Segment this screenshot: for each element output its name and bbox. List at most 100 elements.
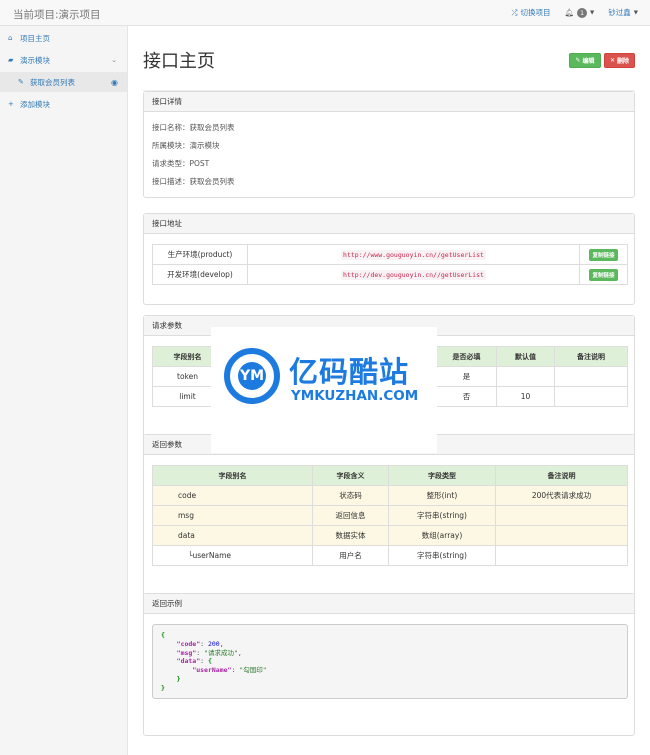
caret-down-icon: ▼: [633, 9, 638, 16]
top-navbar: 当前项目:演示项目 ⤮ 切换项目 🔔︎ 1 ▼ 钞过鑫 ▼: [0, 0, 650, 26]
env-cell: 生产环境(product): [152, 244, 248, 265]
eye-icon[interactable]: ◉: [111, 78, 118, 87]
delete-button-label: 删除: [617, 58, 630, 65]
switch-project-label: 切换项目: [520, 8, 551, 17]
column-header: 备注说明: [554, 346, 628, 367]
switch-project-link[interactable]: ⤮ 切换项目: [512, 7, 551, 18]
current-project-brand[interactable]: 当前项目:演示项目: [13, 7, 101, 22]
detail-method: 请求类型：POST: [152, 159, 210, 168]
alias-cell: data: [152, 525, 313, 546]
code-value: 200: [207, 639, 220, 648]
msg-value: "请求成功": [204, 648, 238, 657]
note-cell: 200代表请求成功: [495, 485, 628, 506]
caret-down-icon: ▼: [590, 9, 595, 16]
username-value: "勾国印": [239, 666, 267, 675]
type-cell: 数组(array): [388, 525, 496, 546]
home-icon: ⌂: [8, 34, 13, 42]
edit-button[interactable]: ✎ 编辑: [569, 53, 601, 68]
code-key: "code": [176, 639, 201, 648]
sidebar-item-add-module[interactable]: + 添加模块: [0, 95, 127, 113]
url-cell: http://dev.gouguoyin.cn//getUserList: [247, 264, 580, 285]
detail-name: 接口名称：获取会员列表: [152, 123, 235, 132]
meaning-cell: 数据实体: [312, 525, 389, 546]
bell-icon: 🔔︎: [564, 8, 575, 17]
type-cell: 字符串(string): [388, 545, 496, 566]
code-example-block: { "code": 200, "msg": "请求成功", "data": { …: [152, 624, 628, 699]
sidebar-item-project-home[interactable]: ⌂ 项目主页: [0, 29, 127, 47]
column-header: 备注说明: [495, 465, 628, 486]
alias-cell: msg: [152, 505, 313, 526]
folder-open-icon: ▰: [8, 56, 14, 64]
edit-icon: ✎: [575, 57, 581, 64]
notification-badge: 1: [577, 7, 588, 18]
data-key: "data": [176, 657, 201, 666]
response-example-panel: 返回示例 { "code": 200, "msg": "请求成功", "data…: [143, 593, 635, 736]
url-cell: http://www.gouguoyin.cn//getUserList: [247, 244, 580, 265]
watermark-text-en: YMKUZHAN.COM: [291, 388, 419, 404]
copy-link-button[interactable]: 复制链接: [589, 248, 618, 261]
copy-cell: 复制链接: [579, 264, 628, 285]
details-panel: 接口详情 接口名称：获取会员列表 所属模块：演示模块 请求类型：POST 接口描…: [143, 91, 635, 198]
env-cell: 开发环境(develop): [152, 264, 248, 285]
address-panel: 接口地址 生产环境(product) http://www.gouguoyin.…: [143, 213, 635, 305]
note-cell: [495, 525, 628, 546]
required-cell: 否: [436, 386, 497, 407]
sidebar-item-label: 添加模块: [20, 99, 50, 109]
notifications-dropdown[interactable]: 🔔︎ 1 ▼: [564, 7, 595, 18]
table-row: └userName 用户名 字符串(string): [152, 545, 628, 566]
alias-cell: code: [152, 485, 313, 506]
default-cell: [496, 366, 555, 387]
username-key: "userName": [192, 666, 232, 675]
type-cell: 整形(int): [388, 485, 496, 506]
table-row: 生产环境(product) http://www.gouguoyin.cn//g…: [152, 244, 628, 265]
navbar-right: ⤮ 切换项目 🔔︎ 1 ▼ 钞过鑫 ▼: [512, 7, 638, 18]
note-cell: [495, 505, 628, 526]
sidebar-item-label: 项目主页: [20, 33, 50, 43]
note-cell: [495, 545, 628, 566]
detail-module: 所属模块：演示模块: [152, 141, 220, 150]
table-header-row: 字段别名 字段含义 字段类型 备注说明: [152, 465, 628, 486]
response-params-panel: 返回参数 字段别名 字段含义 字段类型 备注说明 code 状态码 整形(int…: [143, 434, 635, 602]
edit-button-label: 编辑: [582, 58, 595, 65]
watermark-logo-icon: YM: [224, 348, 280, 404]
copy-cell: 复制链接: [579, 244, 628, 265]
note-cell: [554, 366, 628, 387]
column-header: 字段含义: [312, 465, 389, 486]
table-row: msg 返回信息 字符串(string): [152, 505, 628, 526]
column-header: 字段类型: [388, 465, 496, 486]
alias-cell: └userName: [152, 545, 313, 566]
detail-description: 接口描述：获取会员列表: [152, 177, 235, 186]
page-title: 接口主页: [143, 51, 215, 72]
sidebar: ⌂ 项目主页 ▰ 演示模块 ⌄ ✎ 获取会员列表 ◉ + 添加模块: [0, 26, 128, 755]
table-row: code 状态码 整形(int) 200代表请求成功: [152, 485, 628, 506]
watermark-overlay: YM 亿码酷站 YMKUZHAN.COM: [211, 327, 437, 453]
watermark-text-cn: 亿码酷站: [289, 355, 410, 389]
chevron-down-icon: ⌄: [111, 56, 117, 64]
watermark-logo-text: YM: [238, 362, 266, 390]
copy-link-button[interactable]: 复制链接: [589, 268, 618, 281]
column-header: 字段别名: [152, 465, 313, 486]
edit-icon: ✎: [18, 78, 24, 86]
required-cell: 是: [436, 366, 497, 387]
sidebar-item-label: 获取会员列表: [30, 77, 75, 87]
url-text[interactable]: http://dev.gouguoyin.cn//getUserList: [341, 270, 486, 280]
default-cell: 10: [496, 386, 555, 407]
table-row: 开发环境(develop) http://dev.gouguoyin.cn//g…: [152, 264, 628, 285]
user-name: 钞过鑫: [608, 8, 631, 17]
column-header: 默认值: [496, 346, 555, 367]
panel-heading: 接口地址: [144, 214, 634, 234]
plus-icon: +: [8, 100, 14, 108]
column-header: 是否必填: [436, 346, 497, 367]
sidebar-item-demo-module[interactable]: ▰ 演示模块 ⌄: [0, 51, 127, 69]
panel-heading: 接口详情: [144, 92, 634, 112]
address-table: 生产环境(product) http://www.gouguoyin.cn//g…: [152, 244, 628, 285]
url-text[interactable]: http://www.gouguoyin.cn//getUserList: [341, 250, 486, 260]
sidebar-item-label: 演示模块: [20, 55, 50, 65]
user-menu-dropdown[interactable]: 钞过鑫 ▼: [608, 7, 638, 18]
meaning-cell: 返回信息: [312, 505, 389, 526]
type-cell: 字符串(string): [388, 505, 496, 526]
sidebar-item-get-member-list[interactable]: ✎ 获取会员列表 ◉: [0, 72, 127, 92]
delete-button[interactable]: ✕ 删除: [604, 53, 635, 68]
close-icon: ✕: [609, 57, 615, 64]
meaning-cell: 用户名: [312, 545, 389, 566]
